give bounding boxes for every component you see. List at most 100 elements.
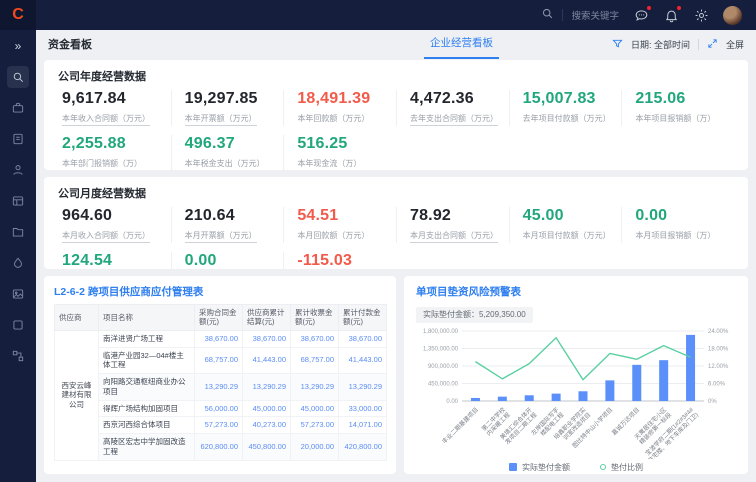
amount-cell[interactable]: 38,670.00 <box>243 330 291 347</box>
dashboard-icon[interactable] <box>7 190 29 212</box>
monthly-metric-0: 964.60本月收入合同额（万元） <box>58 207 171 243</box>
y-axis-left-tick: 0.00 <box>446 399 458 405</box>
amount-cell[interactable]: 38,670.00 <box>195 330 243 347</box>
annual-metric-value: 19,297.85 <box>185 90 284 108</box>
amount-cell[interactable]: 13,290.29 <box>339 374 387 401</box>
table-row: 得辉广场结构加固项目56,000.0045,000.0045,000.0033,… <box>55 400 387 417</box>
legend-advance-ratio[interactable]: 垫付比例 <box>600 462 643 473</box>
message-badge <box>647 6 651 10</box>
sidebar-expand-button[interactable]: » <box>15 36 22 58</box>
flow-icon[interactable] <box>7 345 29 367</box>
bar-5[interactable] <box>605 380 614 401</box>
amount-cell[interactable]: 57,273.00 <box>291 417 339 434</box>
monthly-metric-5: 0.00本月项目报销额（万） <box>621 207 734 243</box>
amount-cell[interactable]: 450,800.00 <box>243 434 291 461</box>
box-icon[interactable] <box>7 314 29 336</box>
message-icon[interactable] <box>633 7 649 23</box>
legend-actual-advance[interactable]: 实际垫付金额 <box>509 462 570 473</box>
monthly-metric-6: 124.54本月部门报销额（万） <box>58 252 171 269</box>
user-icon[interactable] <box>7 159 29 181</box>
annual-metric-5: 215.06 本年项目报销额（万） <box>621 90 734 126</box>
bar-0[interactable] <box>471 397 480 400</box>
chart-title: 单项目垫资风险预警表 <box>416 284 736 299</box>
logo-letter: C <box>12 7 24 23</box>
monthly-metric-value: 0.00 <box>185 252 284 269</box>
amount-cell[interactable]: 45,000.00 <box>243 400 291 417</box>
amount-cell[interactable]: 420,800.00 <box>339 434 387 461</box>
annual-metric-label: 本年项目报销额（万） <box>635 114 715 124</box>
table-row: 向阳路交通枢纽商业办公项目13,290.2913,290.2913,290.29… <box>55 374 387 401</box>
amount-cell[interactable]: 33,000.00 <box>339 400 387 417</box>
bar-3[interactable] <box>552 393 561 400</box>
annual-metric-label[interactable]: 本年开票额（万元） <box>185 114 257 126</box>
amount-cell[interactable]: 41,443.00 <box>243 347 291 374</box>
search-icon[interactable] <box>7 66 29 88</box>
document-icon[interactable] <box>7 128 29 150</box>
annual-metric-label[interactable]: 去年支出合同额（万元） <box>410 114 498 126</box>
amount-cell[interactable]: 56,000.00 <box>195 400 243 417</box>
amount-cell[interactable]: 13,290.29 <box>243 374 291 401</box>
bell-icon[interactable] <box>663 7 679 23</box>
folder-icon[interactable] <box>7 221 29 243</box>
amount-cell[interactable]: 620,800.00 <box>195 434 243 461</box>
column-header: 供应商 <box>55 305 99 331</box>
amount-cell[interactable]: 20,000.00 <box>291 434 339 461</box>
amount-cell[interactable]: 40,273.00 <box>243 417 291 434</box>
annual-metric-label[interactable]: 本年税金支出（万元） <box>185 159 265 170</box>
bar-8[interactable] <box>686 334 695 400</box>
amount-cell[interactable]: 68,757.00 <box>291 347 339 374</box>
amount-cell[interactable]: 13,290.29 <box>195 374 243 401</box>
amount-cell[interactable]: 57,273.00 <box>195 417 243 434</box>
legend-label: 实际垫付金额 <box>522 462 570 473</box>
bar-4[interactable] <box>579 391 588 401</box>
app-logo[interactable]: C <box>0 0 36 30</box>
filter-icon <box>612 38 623 51</box>
tab-funds-board[interactable]: 资金看板 <box>48 36 92 52</box>
card-icon[interactable] <box>7 283 29 305</box>
search-divider <box>562 9 563 21</box>
amount-cell[interactable]: 41,443.00 <box>339 347 387 374</box>
fullscreen-button[interactable]: 全屏 <box>726 38 744 51</box>
water-icon[interactable] <box>7 252 29 274</box>
chart-legend: 实际垫付金额 垫付比例 <box>416 462 736 473</box>
annual-metric-label[interactable]: 本年部门报销额（万） <box>62 159 142 170</box>
monthly-metric-4: 45.00本月项目付款额（万元） <box>509 207 622 243</box>
monthly-metric-value: 45.00 <box>523 207 622 225</box>
annual-card-title: 公司年度经营数据 <box>58 68 734 84</box>
project-name-cell: 西京河西综合体项目 <box>99 417 195 434</box>
bar-7[interactable] <box>659 360 668 401</box>
annual-metric-value: 18,491.39 <box>297 90 396 108</box>
ratio-line <box>475 337 690 379</box>
date-filter[interactable]: 日期: 全部时间 <box>631 38 690 51</box>
monthly-metric-label[interactable]: 本月收入合同额（万元） <box>62 231 150 243</box>
annual-metric-value: 215.06 <box>635 90 734 108</box>
user-avatar[interactable] <box>723 6 742 25</box>
monthly-metric-value: 0.00 <box>635 207 734 225</box>
monthly-metric-label[interactable]: 本月开票额（万元） <box>185 231 257 243</box>
amount-cell[interactable]: 45,000.00 <box>291 400 339 417</box>
table-row: 西安云峰建材有限公司南洋进贤广场工程38,670.0038,670.0038,6… <box>55 330 387 347</box>
monthly-metric-3: 78.92本月支出合同额（万元） <box>396 207 509 243</box>
monthly-metric-1: 210.64本月开票额（万元） <box>171 207 284 243</box>
supplier-cell: 西安云峰建材有限公司 <box>55 330 99 460</box>
amount-cell[interactable]: 38,670.00 <box>291 330 339 347</box>
annual-metric-label[interactable]: 本年收入合同额（万元） <box>62 114 150 126</box>
y-axis-left-tick: 450,000.00 <box>428 381 459 387</box>
search-placeholder: 搜索关键字 <box>571 8 619 22</box>
bar-1[interactable] <box>498 396 507 400</box>
supplier-payable-card: L2-6-2 跨项目供应商应付管理表 供应商项目名称采购合同金额(元)供应商累计… <box>44 276 396 474</box>
bar-2[interactable] <box>525 395 534 401</box>
amount-cell[interactable]: 38,670.00 <box>339 330 387 347</box>
bar-6[interactable] <box>632 364 641 400</box>
briefcase-icon[interactable] <box>7 97 29 119</box>
tab-business-board[interactable]: 企业经营看板 <box>424 29 499 59</box>
monthly-metric-label[interactable]: 本月支出合同额（万元） <box>410 231 498 243</box>
annual-metric-value: 496.37 <box>185 135 284 153</box>
gear-icon[interactable] <box>693 7 709 23</box>
amount-cell[interactable]: 13,290.29 <box>291 374 339 401</box>
amount-cell[interactable]: 68,757.00 <box>195 347 243 374</box>
column-header: 累计收票金额(元) <box>291 305 339 331</box>
amount-cell[interactable]: 14,071.00 <box>339 417 387 434</box>
global-search[interactable]: 搜索关键字 <box>541 7 619 23</box>
annual-metric-3: 4,472.36去年支出合同额（万元） <box>396 90 509 126</box>
